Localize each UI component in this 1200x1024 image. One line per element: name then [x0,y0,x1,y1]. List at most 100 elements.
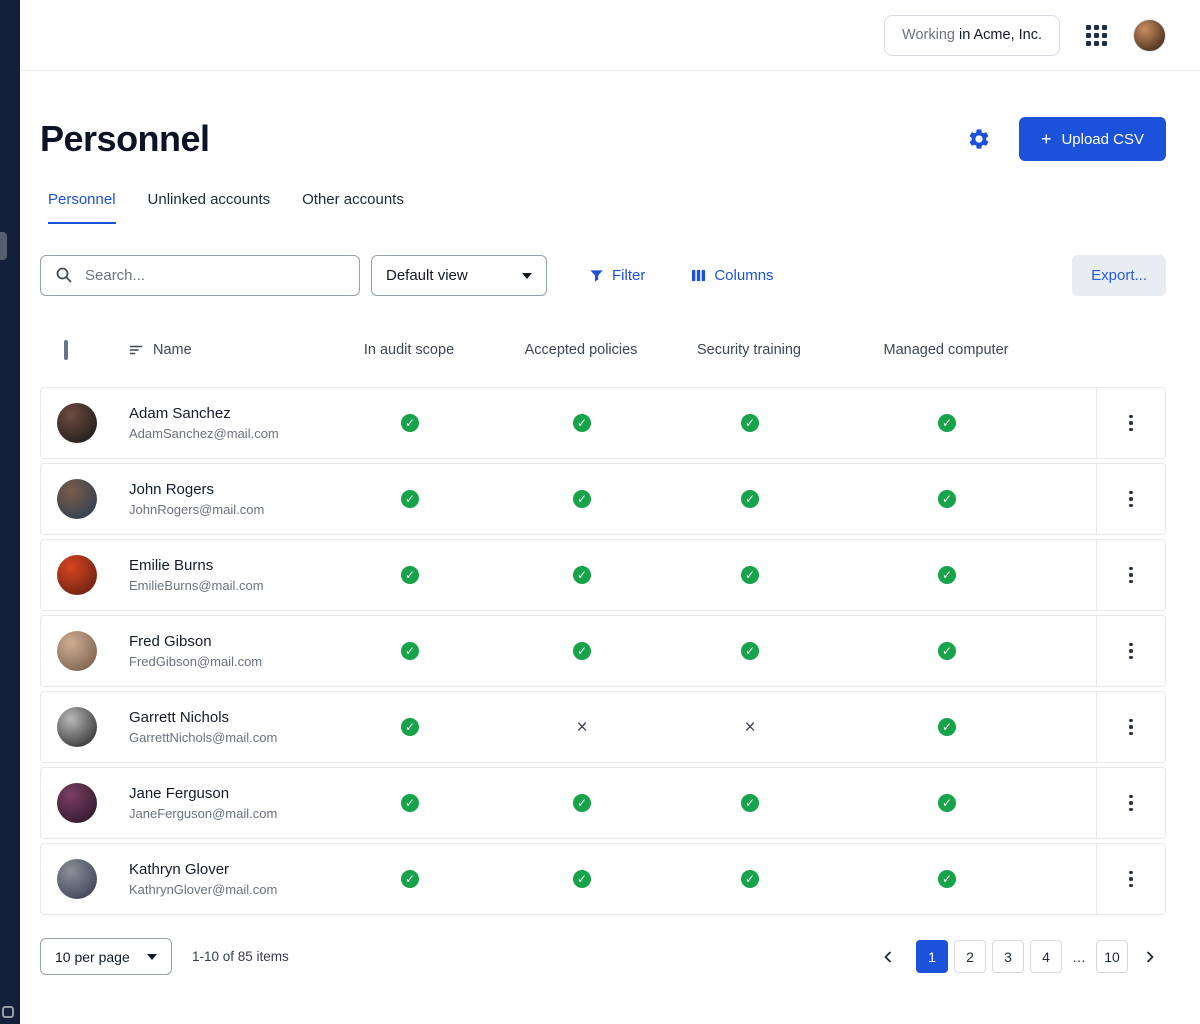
page-button-4[interactable]: 4 [1030,940,1062,973]
view-select[interactable]: Default view [371,255,547,296]
status-managed-computer: ✓ [811,718,1083,736]
check-icon: ✓ [741,414,759,432]
apps-grid-icon[interactable] [1086,25,1107,46]
page-content: Personnel + Upload CSV Personnel Unlinke… [20,71,1200,1024]
search-box [40,255,360,296]
table-row[interactable]: Fred Gibson FredGibson@mail.com ✓ ✓ ✓ ✓ [40,615,1166,687]
status-managed-computer: ✓ [811,566,1083,584]
check-icon: ✓ [401,718,419,736]
status-managed-computer: ✓ [811,490,1083,508]
page-ellipsis: … [1068,949,1090,965]
table-row[interactable]: Emilie Burns EmilieBurns@mail.com ✓ ✓ ✓ … [40,539,1166,611]
app-window: Working in Acme, Inc. Personnel + Upload… [0,0,1200,1024]
title-row: Personnel + Upload CSV [40,117,1166,161]
status-accepted-policies: ✓ [475,414,689,432]
org-switcher-button[interactable]: Working in Acme, Inc. [884,15,1060,56]
table-header: Name In audit scope Accepted policies Se… [40,336,1166,364]
table-body: Adam Sanchez AdamSanchez@mail.com ✓ ✓ ✓ … [40,387,1166,919]
search-input[interactable] [40,255,360,296]
nav-rail-marker [0,232,7,260]
status-security-training: ✓ [689,794,811,812]
columns-button[interactable]: Columns [691,267,773,284]
kebab-icon [1129,719,1133,736]
check-icon: ✓ [401,490,419,508]
pager: 1 2 3 4 … 10 [872,940,1166,973]
kebab-icon [1129,567,1133,584]
table-row[interactable]: Adam Sanchez AdamSanchez@mail.com ✓ ✓ ✓ … [40,387,1166,459]
table-row[interactable]: Kathryn Glover KathrynGlover@mail.com ✓ … [40,843,1166,915]
sort-icon [128,342,144,358]
export-button[interactable]: Export... [1072,255,1166,296]
chevron-left-icon [880,949,896,965]
top-bar: Working in Acme, Inc. [20,0,1200,71]
plus-icon: + [1041,130,1052,148]
status-security-training: ✓ [689,490,811,508]
row-menu-button[interactable] [1096,692,1165,762]
filter-button[interactable]: Filter [589,267,645,284]
table-row[interactable]: Garrett Nichols GarrettNichols@mail.com … [40,691,1166,763]
prev-page-button[interactable] [872,940,904,973]
tab-personnel[interactable]: Personnel [48,191,116,224]
table-row[interactable]: John Rogers JohnRogers@mail.com ✓ ✓ ✓ ✓ [40,463,1166,535]
status-accepted-policies: ✓ [475,794,689,812]
tab-other-accounts[interactable]: Other accounts [302,191,404,224]
left-nav-rail[interactable] [0,0,20,1024]
user-avatar[interactable] [1133,19,1166,52]
column-header-in-audit-scope: In audit scope [344,342,474,358]
per-page-value: 10 per page [55,949,130,965]
check-icon: ✓ [401,414,419,432]
view-select-value: Default view [386,267,468,284]
table-row[interactable]: Jane Ferguson JaneFerguson@mail.com ✓ ✓ … [40,767,1166,839]
check-icon: ✓ [938,870,956,888]
table-controls: Default view Filter Columns Export... [40,255,1166,296]
row-menu-button[interactable] [1096,540,1165,610]
next-page-button[interactable] [1134,940,1166,973]
row-menu-button[interactable] [1096,616,1165,686]
check-icon: ✓ [401,870,419,888]
check-icon: ✓ [741,642,759,660]
status-managed-computer: ✓ [811,794,1083,812]
row-menu-button[interactable] [1096,464,1165,534]
org-switcher-prefix: Working [902,27,959,43]
select-all-checkbox[interactable] [64,340,68,360]
kebab-icon [1129,491,1133,508]
page-button-1[interactable]: 1 [916,940,948,973]
avatar [57,859,97,899]
column-header-name[interactable]: Name [128,342,344,358]
main-area: Working in Acme, Inc. Personnel + Upload… [20,0,1200,1024]
row-menu-button[interactable] [1096,768,1165,838]
search-icon [55,266,73,284]
title-actions: + Upload CSV [967,117,1166,161]
status-security-training: ✓ [689,642,811,660]
row-menu-button[interactable] [1096,844,1165,914]
columns-label: Columns [714,267,773,284]
upload-csv-button[interactable]: + Upload CSV [1019,117,1166,161]
filter-label: Filter [612,267,645,284]
person-email: GarrettNichols@mail.com [129,730,345,745]
status-accepted-policies: ✓ [475,566,689,584]
page-button-3[interactable]: 3 [992,940,1024,973]
check-icon: ✓ [938,718,956,736]
person-name: Garrett Nichols [129,709,345,726]
org-switcher-org-name: in Acme, Inc. [959,27,1042,43]
filter-icon [589,268,604,283]
status-security-training: ✓ [689,566,811,584]
row-menu-button[interactable] [1096,388,1165,458]
check-icon: ✓ [573,414,591,432]
status-security-training: ✓ [689,414,811,432]
settings-gear-icon[interactable] [967,127,991,151]
per-page-select[interactable]: 10 per page [40,938,172,975]
person-email: FredGibson@mail.com [129,654,345,669]
tab-unlinked-accounts[interactable]: Unlinked accounts [148,191,271,224]
status-managed-computer: ✓ [811,642,1083,660]
person-email: AdamSanchez@mail.com [129,426,345,441]
upload-csv-label: Upload CSV [1061,131,1144,148]
check-icon: ✓ [938,566,956,584]
person-name: Kathryn Glover [129,861,345,878]
avatar [57,479,97,519]
chevron-down-icon [147,954,157,960]
page-button-10[interactable]: 10 [1096,940,1128,973]
kebab-icon [1129,795,1133,812]
page-button-2[interactable]: 2 [954,940,986,973]
person-email: KathrynGlover@mail.com [129,882,345,897]
